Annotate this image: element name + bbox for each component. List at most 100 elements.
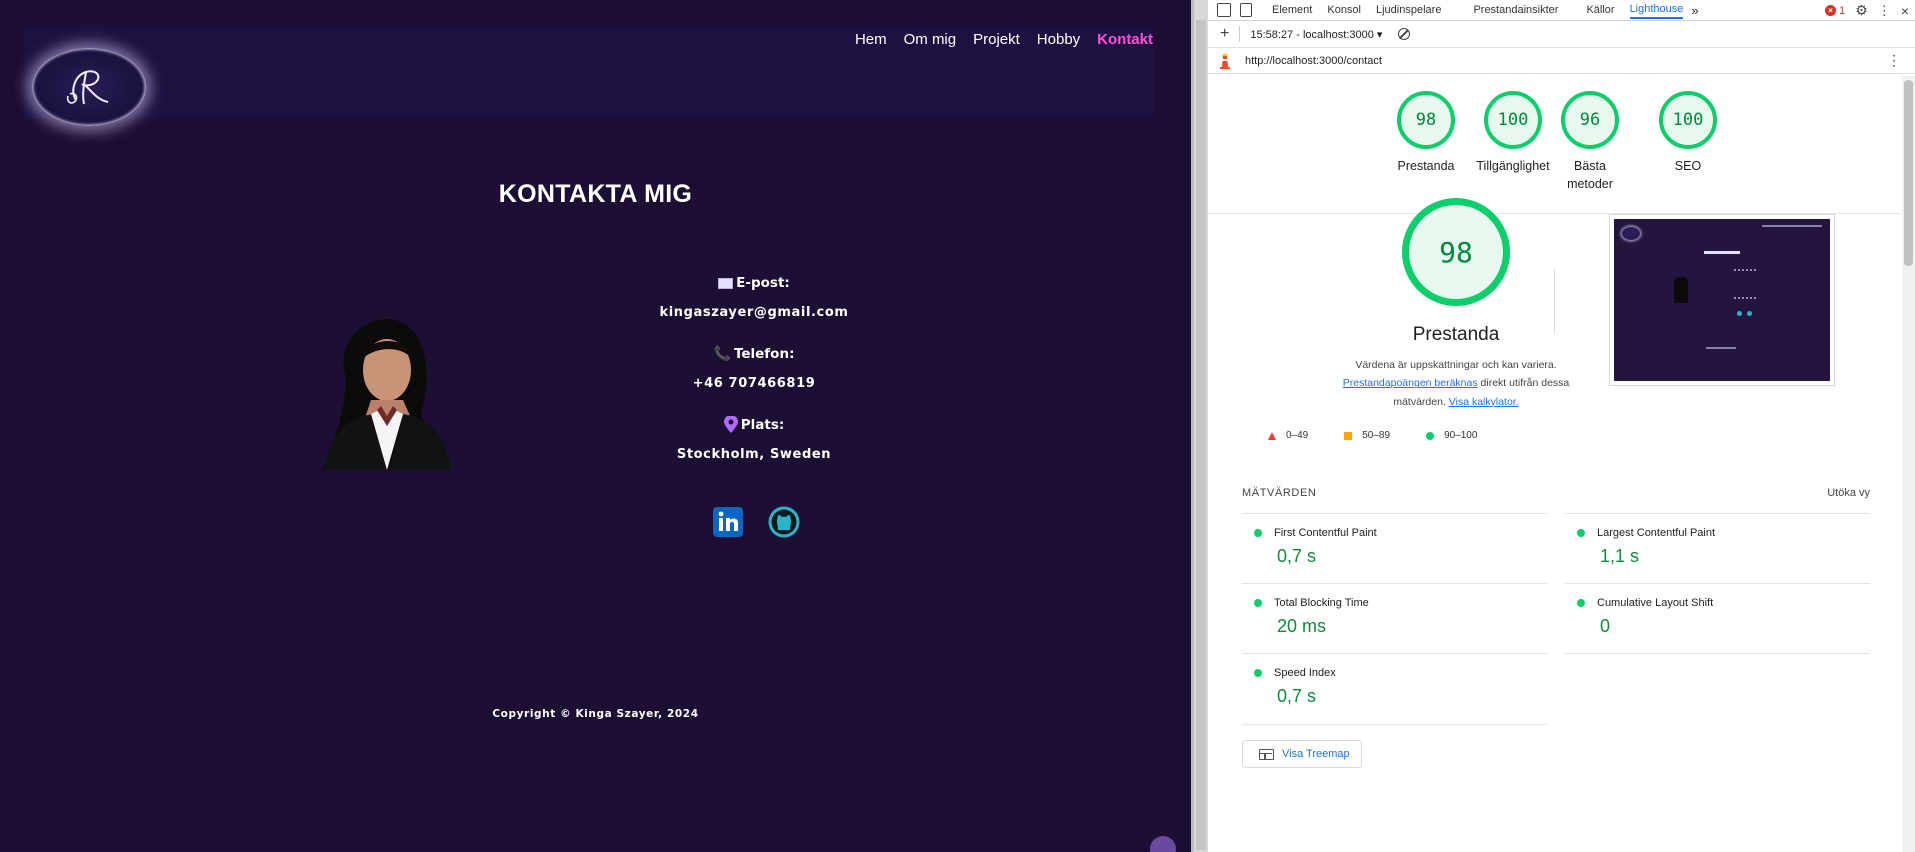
main-score-label: Prestanda xyxy=(1412,324,1500,345)
metric-name: Total Blocking Time xyxy=(1274,597,1369,609)
website-viewport: Hem Om mig Projekt Hobby Kontakt KONTAKT… xyxy=(0,0,1191,852)
metric-value: 0,7 s xyxy=(1277,546,1317,566)
gauge-accessibility[interactable]: 100 Tillgänglighet xyxy=(1463,91,1563,175)
scroll-to-top-button[interactable] xyxy=(1150,836,1176,852)
green-circle-icon xyxy=(1577,599,1585,607)
green-circle-icon xyxy=(1254,669,1262,677)
legend-pass: 90–100 xyxy=(1426,430,1477,441)
portrait-photo xyxy=(315,314,461,470)
devtools-actions: × 1 ⚙ ⋮ × xyxy=(1825,2,1909,19)
nav-projects[interactable]: Projekt xyxy=(973,31,1020,48)
score-calc-link[interactable]: Prestandapoängen beräknas xyxy=(1343,377,1478,389)
phone-icon: 📞 xyxy=(713,346,731,362)
location-label: Plats: xyxy=(740,417,785,433)
desc-prefix: Värdena är uppskattningar och kan varier… xyxy=(1355,359,1557,371)
score-ring: 98 xyxy=(1397,91,1455,149)
score-ring: 100 xyxy=(1659,91,1717,149)
green-circle-icon xyxy=(1577,529,1585,537)
score-ring: 100 xyxy=(1484,91,1542,149)
show-calculator-link[interactable]: Visa kalkylator. xyxy=(1449,396,1519,408)
metric-title-row: Cumulative Layout Shift xyxy=(1565,597,1870,609)
view-treemap-button[interactable]: Visa Treemap xyxy=(1242,740,1362,768)
detail-separator xyxy=(1554,268,1555,334)
treemap-label: Visa Treemap xyxy=(1282,748,1350,760)
location-heading: Plats: xyxy=(654,416,854,434)
tab-sources[interactable]: Källor xyxy=(1586,4,1614,16)
orange-square-icon xyxy=(1344,431,1353,440)
more-options-icon[interactable]: ⋮ xyxy=(1878,3,1891,19)
metric-value: 20 ms xyxy=(1277,616,1327,636)
metric-value: 0 xyxy=(1600,616,1611,636)
copyright: Copyright © Kinga Szayer, 2024 xyxy=(492,708,699,720)
website-scrollbar[interactable] xyxy=(1194,0,1208,852)
nav-hobby[interactable]: Hobby xyxy=(1037,31,1080,48)
metrics-divider xyxy=(1565,653,1870,654)
location-pin-icon xyxy=(723,416,738,433)
green-circle-icon xyxy=(1426,431,1435,440)
nav-contact[interactable]: Kontakt xyxy=(1097,31,1153,48)
legend-fail: 0–49 xyxy=(1268,430,1308,441)
metric-tbt: Total Blocking Time 20 ms xyxy=(1242,583,1547,637)
report-session-select[interactable]: 15:58:27 - localhost:3000 ▾ xyxy=(1250,28,1382,41)
metric-title-row: Total Blocking Time xyxy=(1242,597,1547,609)
report-url: http://localhost:3000/contact xyxy=(1245,54,1382,67)
tab-recorder[interactable]: Ljudinspelare xyxy=(1376,4,1441,16)
website-scroll-thumb[interactable] xyxy=(1196,20,1206,850)
social-links xyxy=(712,506,800,538)
tab-elements[interactable]: Element xyxy=(1272,4,1312,16)
metric-name: Largest Contentful Paint xyxy=(1597,527,1716,539)
phone-value[interactable]: +46 707466819 xyxy=(654,376,854,391)
expand-view-toggle[interactable]: Utöka vy xyxy=(1827,487,1870,499)
email-label: E-post: xyxy=(736,275,790,291)
metric-value: 0,7 s xyxy=(1277,686,1317,706)
metric-cls: Cumulative Layout Shift 0 xyxy=(1565,583,1870,637)
page-screenshot-thumbnail[interactable] xyxy=(1609,214,1835,386)
green-circle-icon xyxy=(1254,599,1262,607)
metric-name: Cumulative Layout Shift xyxy=(1597,597,1714,609)
tab-lighthouse[interactable]: Lighthouse xyxy=(1629,3,1684,19)
report-scrollbar[interactable] xyxy=(1902,76,1915,852)
metric-speed-index: Speed Index 0,7 s xyxy=(1242,653,1547,707)
score-summary: 98 Prestanda 100 Tillgänglighet 96 Bästa… xyxy=(1208,76,1901,214)
contact-info: E-post: kingaszayer@gmail.com 📞 Telefon:… xyxy=(654,274,854,487)
error-icon: × xyxy=(1825,5,1837,16)
metric-title-row: First Contentful Paint xyxy=(1242,527,1547,539)
report-scroll-thumb[interactable] xyxy=(1904,80,1913,266)
gauge-label: Prestanda xyxy=(1397,159,1455,173)
settings-gear-icon[interactable]: ⚙ xyxy=(1855,2,1868,19)
github-icon[interactable] xyxy=(768,506,800,538)
legend-average: 50–89 xyxy=(1344,430,1390,441)
gauge-performance[interactable]: 98 Prestanda xyxy=(1376,91,1476,175)
email-value[interactable]: kingaszayer@gmail.com xyxy=(654,305,854,320)
phone-label: Telefon: xyxy=(733,346,795,362)
logo-monogram-icon xyxy=(66,70,109,105)
inspect-element-icon[interactable] xyxy=(1217,3,1231,17)
close-icon[interactable]: × xyxy=(1901,3,1909,19)
page-title: KONTAKTA MIG xyxy=(498,180,693,208)
metric-title-row: Largest Contentful Paint xyxy=(1565,527,1870,539)
report-menu-icon[interactable]: ⋮ xyxy=(1887,52,1901,69)
performance-detail: 98 Prestanda Värdena är uppskattningar o… xyxy=(1336,198,1576,411)
tab-console[interactable]: Konsol xyxy=(1327,4,1361,16)
site-logo[interactable] xyxy=(32,48,146,126)
gauge-best-practices[interactable]: 96 Bästa metoder xyxy=(1551,91,1629,193)
green-circle-icon xyxy=(1254,529,1262,537)
clear-reports-icon[interactable] xyxy=(1398,28,1411,40)
device-toolbar-icon[interactable] xyxy=(1240,3,1252,17)
gauge-label: SEO xyxy=(1674,159,1702,173)
error-counter[interactable]: × 1 xyxy=(1825,5,1845,17)
legend-average-label: 50–89 xyxy=(1362,430,1391,441)
nav-about[interactable]: Om mig xyxy=(904,31,957,48)
metric-title-row: Speed Index xyxy=(1242,667,1547,679)
nav-home[interactable]: Hem xyxy=(855,31,887,48)
metrics-divider xyxy=(1242,724,1547,725)
new-report-plus-icon[interactable]: + xyxy=(1220,25,1229,43)
tab-performance-insights[interactable]: Prestandainsikter xyxy=(1473,4,1558,16)
gauge-seo[interactable]: 100 SEO xyxy=(1638,91,1738,175)
legend-fail-label: 0–49 xyxy=(1286,430,1309,441)
linkedin-icon[interactable] xyxy=(712,506,744,538)
more-tabs-icon[interactable]: » xyxy=(1691,3,1698,18)
lighthouse-report: 98 Prestanda 100 Tillgänglighet 96 Bästa… xyxy=(1208,76,1901,852)
score-ring: 96 xyxy=(1561,91,1619,149)
main-nav: Hem Om mig Projekt Hobby Kontakt xyxy=(855,31,1153,48)
